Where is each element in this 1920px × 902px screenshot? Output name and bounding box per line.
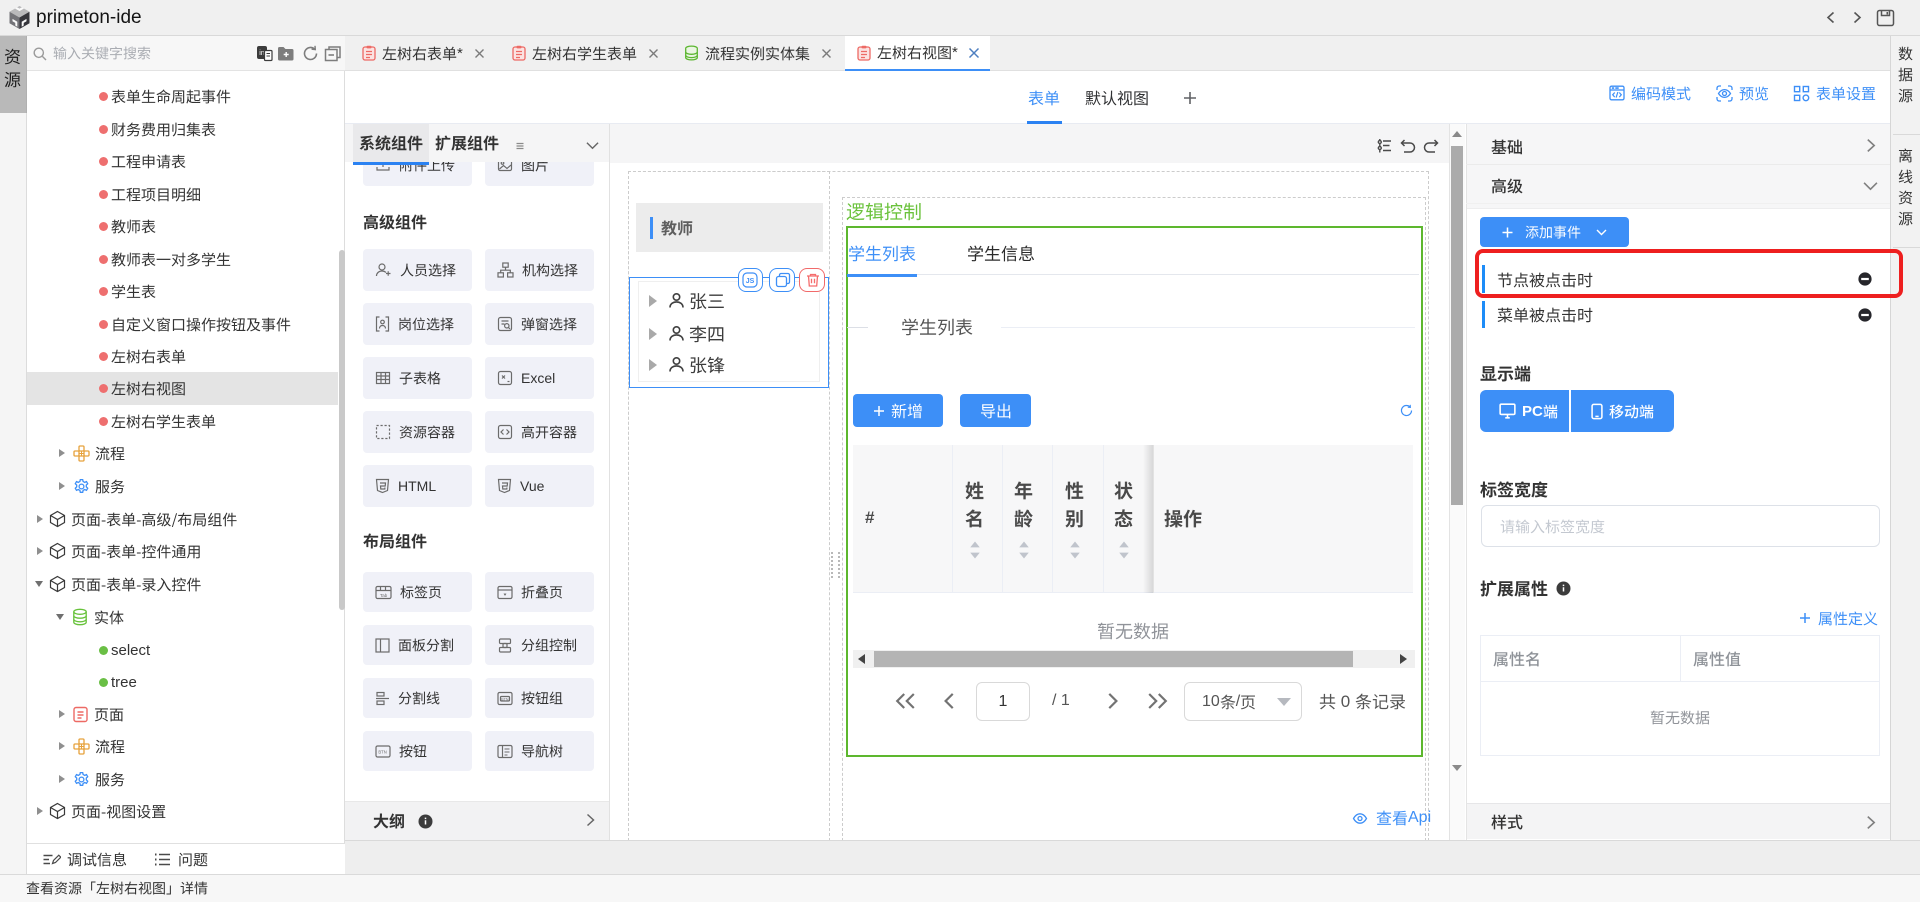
svg-text:BTN: BTN (378, 749, 386, 754)
svg-text:BTN: BTN (501, 697, 509, 701)
svg-text:JS: JS (746, 278, 755, 285)
svg-text:Tab: Tab (380, 592, 388, 597)
